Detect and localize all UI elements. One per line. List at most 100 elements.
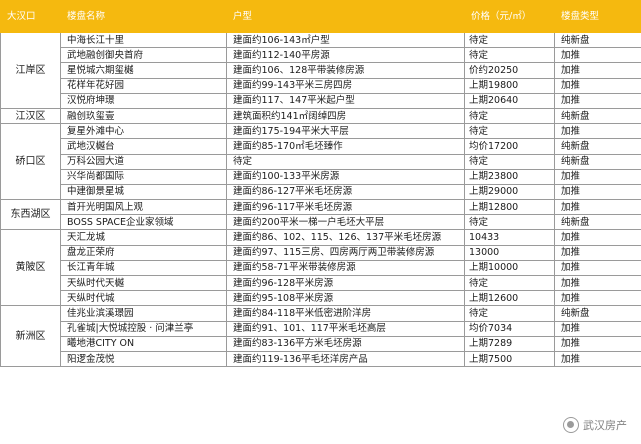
category-cell: 加推 [554, 229, 641, 246]
unit-type-cell: 建面约91、101、117平米毛坯高层 [226, 320, 465, 337]
category-cell: 加推 [554, 62, 641, 79]
category-cell: 纯新盘 [554, 107, 641, 125]
category-cell: 加推 [554, 320, 641, 337]
property-name-cell: 兴华尚都国际 [60, 168, 227, 185]
price-cell: 待定 [464, 47, 555, 64]
table-row: 长江青年城 建面约58-71平米带装修房源 上期10000 加推 [1, 259, 641, 277]
district-cell: 硚口区 [0, 123, 61, 201]
price-cell: 待定 [464, 31, 555, 49]
district-cell: 江岸区 [0, 32, 61, 109]
unit-type-cell: 建面约112-140平房源 [226, 47, 465, 64]
table-row: 花样年花好园 建面约99-143平米三房四房 上期19800 加推 [1, 77, 641, 94]
property-name-cell: BOSS SPACE企业家领域 [60, 214, 227, 231]
category-cell: 加推 [554, 350, 641, 368]
price-cell: 上期19800 [464, 77, 555, 94]
price-cell: 上期12600 [464, 290, 555, 307]
price-cell: 待定 [464, 274, 555, 292]
category-cell: 加推 [554, 290, 641, 307]
unit-type-cell: 建面约95-108平米房源 [226, 290, 465, 307]
unit-type-cell: 建面约83-136平方米毛坯房源 [226, 335, 465, 352]
unit-type-cell: 建面约99-143平米三房四房 [226, 77, 465, 94]
unit-type-cell: 待定 [226, 153, 465, 170]
district-cell: 东西湖区 [0, 199, 61, 231]
price-cell: 待定 [464, 123, 555, 140]
property-name-cell: 中建御景星城 [60, 183, 227, 201]
table-row: 新洲区 佳兆业滨溪璟园 建面约84-118平米低密进阶洋房 待定 纯新盘 [0, 305, 641, 368]
property-name-cell: 长江青年城 [60, 259, 227, 277]
unit-type-cell: 建面约86、102、115、126、137平米毛坯房源 [226, 229, 465, 246]
price-cell: 均价7034 [464, 320, 555, 337]
watermark: 武汉房产 [561, 416, 629, 434]
property-name-cell: 曦地港CITY ON [60, 335, 227, 352]
category-cell: 加推 [554, 183, 641, 201]
table-header-row: 大汉口 楼盘名称 户型 价格（元/㎡） 楼盘类型 [0, 0, 641, 33]
price-cell: 上期29000 [464, 183, 555, 201]
category-cell: 加推 [554, 123, 641, 140]
table-row: BOSS SPACE企业家领域 建面约200平米一梯一户毛坯大平层 待定 纯新盘 [1, 214, 641, 231]
price-cell: 上期20640 [464, 92, 555, 109]
table-row: 东西湖区 首开光明国风上观 建面约96-117平米毛坯房源 上期12800 加推 [0, 199, 641, 231]
table-row: 江岸区 中海长江十里 建面约106-143㎡户型 待定 纯新盘 [0, 31, 641, 109]
unit-type-cell: 建面约86-127平米毛坯房源 [226, 183, 465, 201]
table-row: 天纵时代天樾 建面约96-128平米房源 待定 加推 [1, 274, 641, 292]
price-cell: 上期7289 [464, 335, 555, 352]
table-row: 兴华尚都国际 建面约100-133平米房源 上期23800 加推 [1, 168, 641, 185]
price-cell: 待定 [464, 214, 555, 231]
table-row: 孔雀城|大悦城控股 · 问津兰亭 建面约91、101、117平米毛坯高层 均价703… [1, 320, 641, 337]
property-name-cell: 汉悦府坤璟 [60, 92, 227, 109]
header-type: 户型 [226, 0, 465, 33]
category-cell: 纯新盘 [554, 305, 641, 322]
price-cell: 上期10000 [464, 259, 555, 277]
property-name-cell: 武地融创御央首府 [60, 47, 227, 64]
unit-type-cell: 建面约200平米一梯一户毛坯大平层 [226, 214, 465, 231]
table-row: 汉悦府坤璟 建面约117、147平米起户型 上期20640 加推 [1, 92, 641, 109]
header-name: 楼盘名称 [60, 0, 227, 33]
table-row: 曦地港CITY ON 建面约83-136平方米毛坯房源 上期7289 加推 [1, 335, 641, 352]
property-name-cell: 复星外滩中心 [60, 123, 227, 140]
unit-type-cell: 建面约58-71平米带装修房源 [226, 259, 465, 277]
price-cell: 待定 [464, 305, 555, 322]
unit-type-cell: 建面约96-117平米毛坯房源 [226, 199, 465, 216]
price-cell: 上期12800 [464, 199, 555, 216]
property-name-cell: 万科公园大道 [60, 153, 227, 170]
unit-type-cell: 建筑面积约141㎡阔绰四房 [226, 107, 465, 125]
table-row: 中建御景星城 建面约86-127平米毛坯房源 上期29000 加推 [1, 183, 641, 201]
header-price: 价格（元/㎡） [464, 0, 555, 33]
property-name-cell: 孔雀城|大悦城控股 · 问津兰亭 [60, 320, 227, 337]
property-name-cell: 天纵时代城 [60, 290, 227, 307]
unit-type-cell: 建面约119-136平毛坯洋房产品 [226, 350, 465, 368]
unit-type-cell: 建面约97、115三房、四房两厅两卫带装修房源 [226, 244, 465, 261]
category-cell: 加推 [554, 77, 641, 94]
property-name-cell: 天汇龙城 [60, 229, 227, 246]
unit-type-cell: 建面约106-143㎡户型 [226, 31, 465, 49]
table-row: 江汉区 融创玖玺壹 建筑面积约141㎡阔绰四房 待定 纯新盘 [0, 107, 641, 125]
property-name-cell: 中海长江十里 [60, 31, 227, 49]
header-category: 楼盘类型 [554, 0, 641, 33]
unit-type-cell: 建面约85-170㎡毛坯臻作 [226, 138, 465, 155]
price-cell: 上期23800 [464, 168, 555, 185]
table-row: 黄陂区 天汇龙城 建面约86、102、115、126、137平米毛坯房源 10433 加… [0, 229, 641, 307]
table-row: 武地汉樾台 建面约85-170㎡毛坯臻作 均价17200 纯新盘 [1, 138, 641, 155]
district-cell: 新洲区 [0, 305, 61, 368]
price-cell: 10433 [464, 229, 555, 246]
district-cell: 江汉区 [0, 107, 61, 125]
table-row: 星悦城六期玺樾 建面约106、128平带装修房源 价约20250 加推 [1, 62, 641, 79]
price-cell: 13000 [464, 244, 555, 261]
unit-type-cell: 建面约84-118平米低密进阶洋房 [226, 305, 465, 322]
price-cell: 待定 [464, 153, 555, 170]
property-name-cell: 星悦城六期玺樾 [60, 62, 227, 79]
category-cell: 加推 [554, 244, 641, 261]
property-name-cell: 花样年花好园 [60, 77, 227, 94]
property-name-cell: 天纵时代天樾 [60, 274, 227, 292]
property-name-cell: 首开光明国风上观 [60, 199, 227, 216]
category-cell: 纯新盘 [554, 31, 641, 49]
property-name-cell: 融创玖玺壹 [60, 107, 227, 125]
category-cell: 加推 [554, 259, 641, 277]
category-cell: 加推 [554, 274, 641, 292]
table-row: 武地融创御央首府 建面约112-140平房源 待定 加推 [1, 47, 641, 64]
unit-type-cell: 建面约175-194平米大平层 [226, 123, 465, 140]
property-table: 大汉口 楼盘名称 户型 价格（元/㎡） 楼盘类型 江岸区 中海长江十里 建面约106… [0, 0, 641, 368]
category-cell: 加推 [554, 92, 641, 109]
property-name-cell: 佳兆业滨溪璟园 [60, 305, 227, 322]
unit-type-cell: 建面约100-133平米房源 [226, 168, 465, 185]
